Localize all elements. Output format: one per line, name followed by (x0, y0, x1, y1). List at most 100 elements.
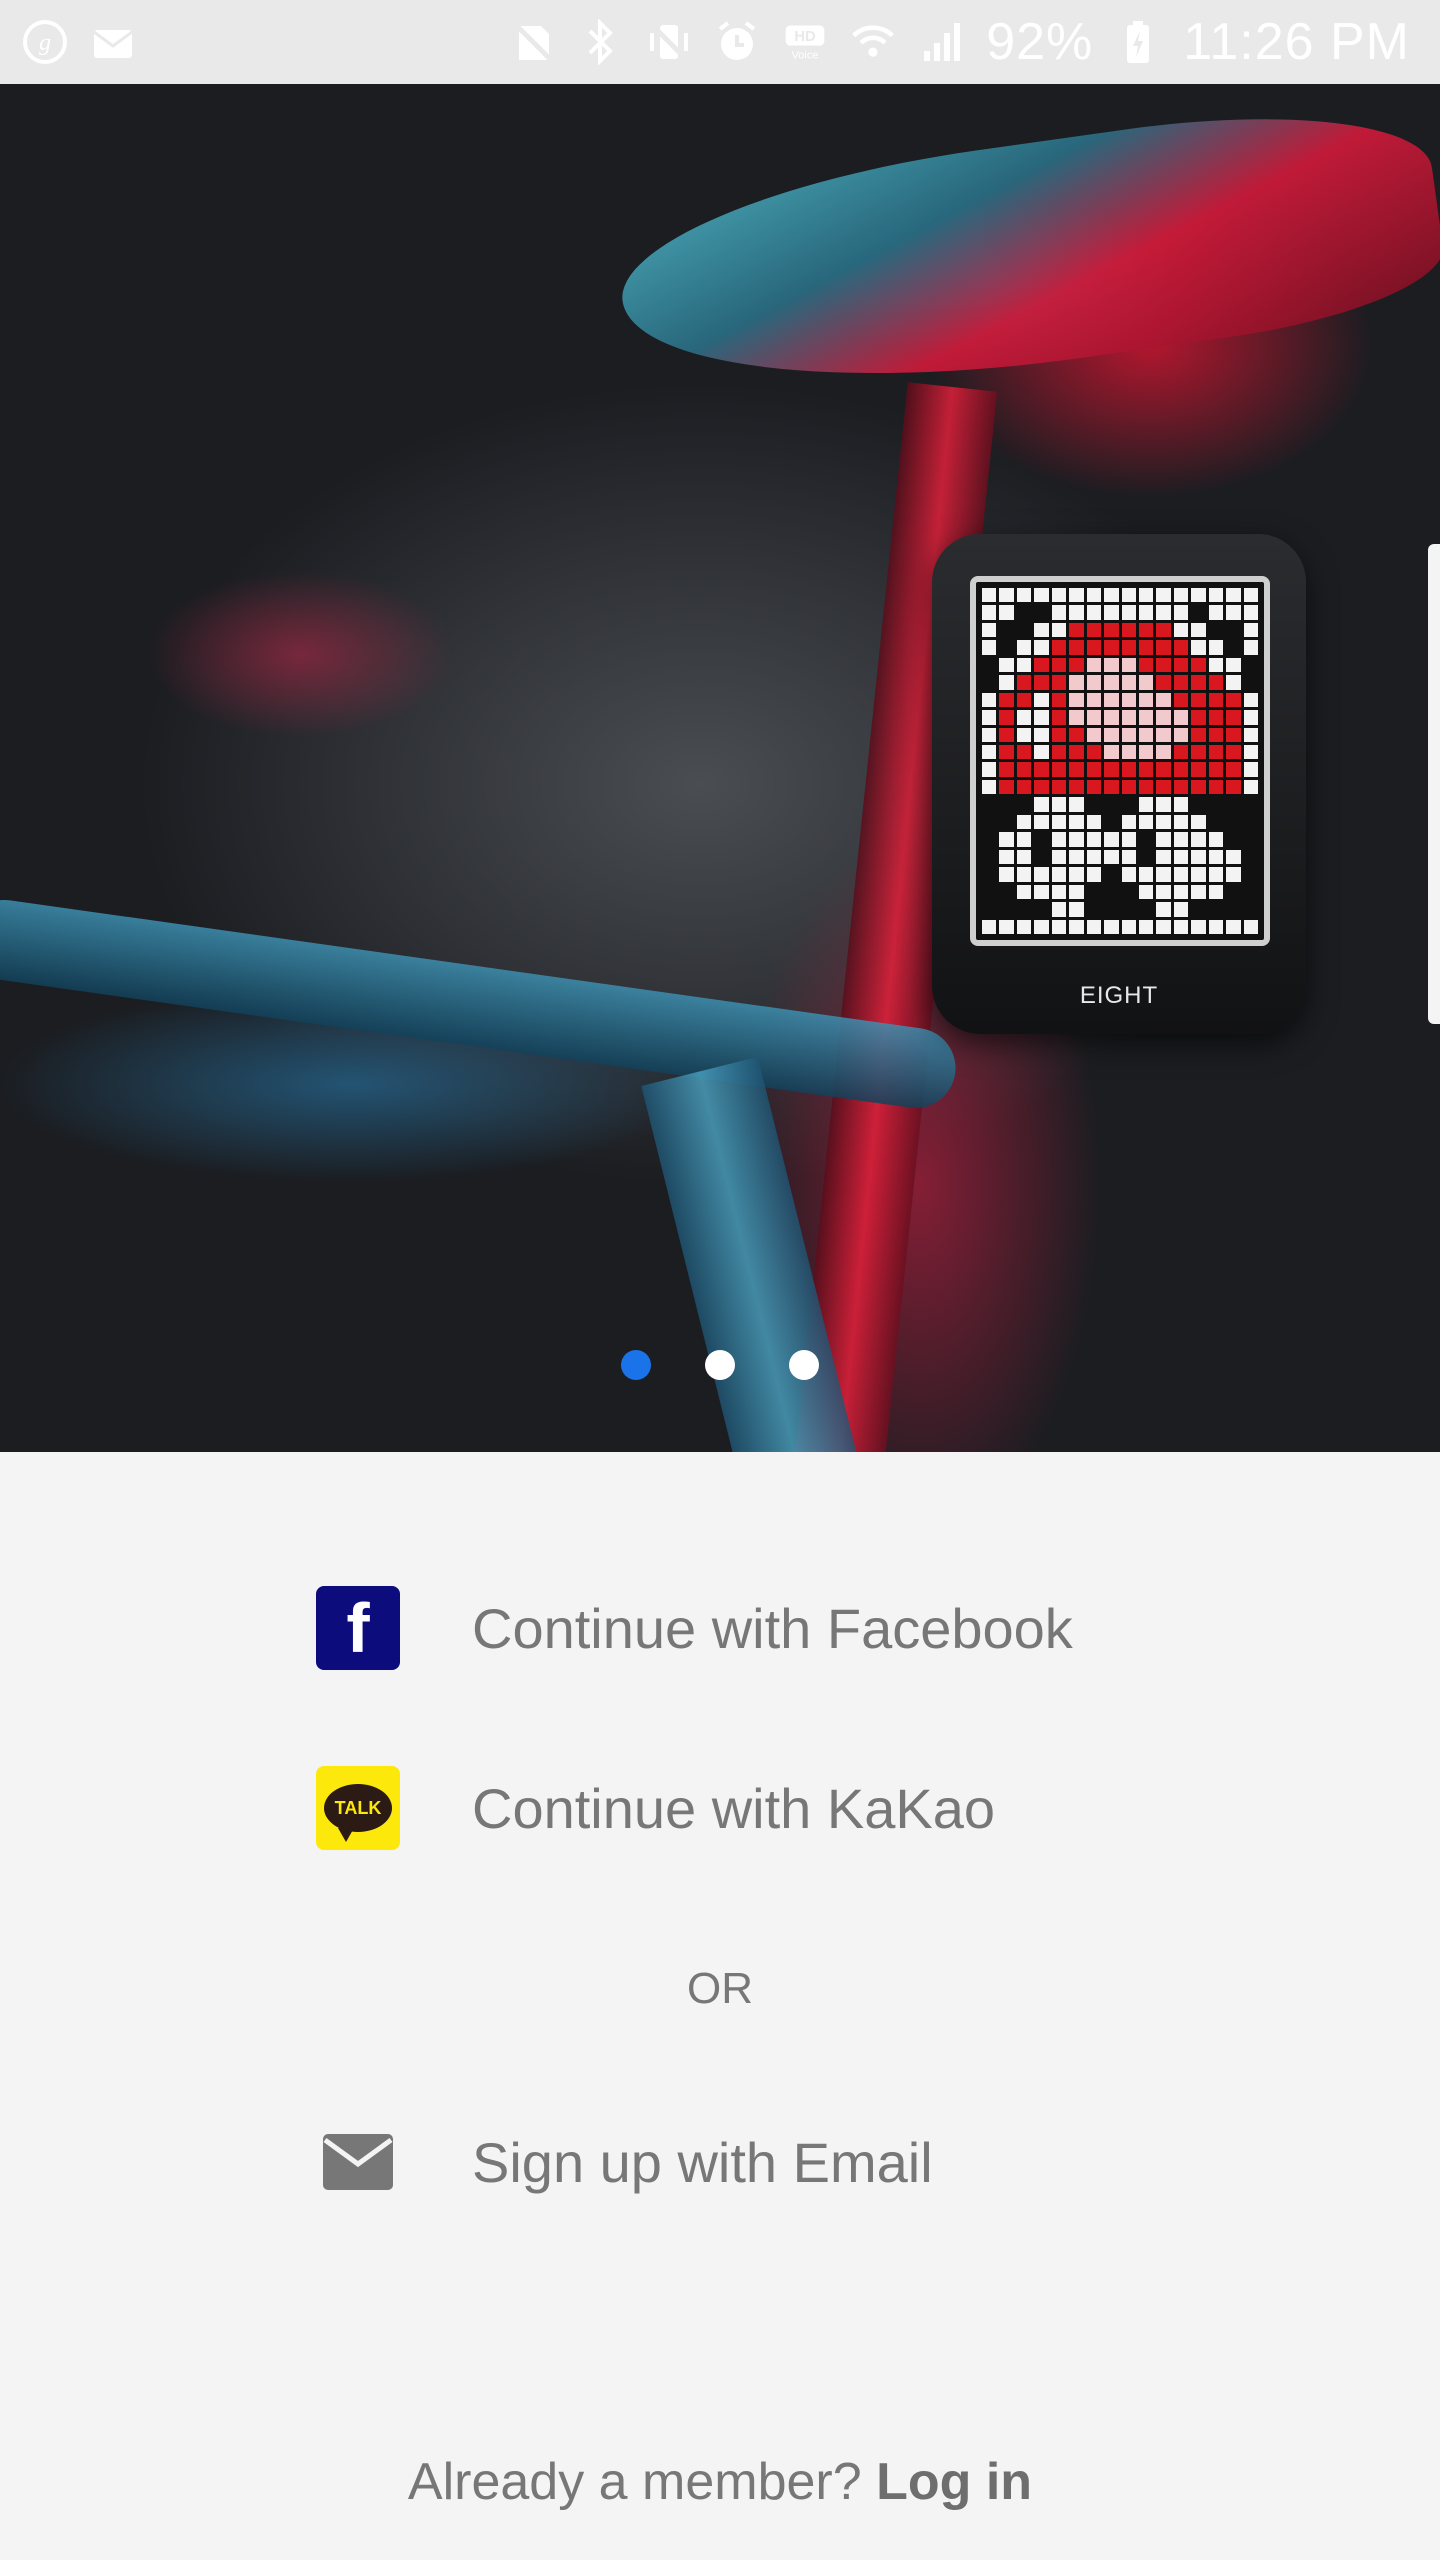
display-pixel (999, 727, 1014, 743)
display-pixel (1086, 762, 1102, 777)
display-pixel (1208, 622, 1224, 638)
display-pixel (1069, 588, 1084, 603)
display-pixel (1016, 919, 1032, 934)
display-pixel (1104, 588, 1119, 603)
display-pixel (1016, 779, 1032, 795)
display-pixel (1121, 745, 1136, 760)
display-pixel (1226, 622, 1241, 638)
svg-text:g: g (39, 30, 51, 56)
display-pixel (1156, 814, 1171, 830)
display-pixel (1173, 884, 1189, 900)
log-in-link[interactable]: Log in (876, 2453, 1032, 2511)
display-pixel (1016, 675, 1032, 690)
display-pixel (1156, 849, 1171, 865)
display-pixel (982, 657, 997, 673)
or-divider: OR (687, 1964, 753, 2013)
display-pixel (1226, 605, 1241, 620)
display-pixel (1051, 814, 1067, 830)
display-pixel (1051, 605, 1067, 620)
carousel-dot[interactable] (789, 1350, 819, 1380)
display-pixel (1191, 919, 1206, 934)
display-pixel (982, 779, 997, 795)
display-pixel (1156, 605, 1171, 620)
display-pixel (1121, 884, 1136, 900)
side-panel-handle[interactable] (1428, 544, 1440, 1024)
display-pixel (1051, 692, 1067, 708)
svg-text:HD: HD (795, 29, 817, 45)
display-pixel (1173, 849, 1189, 865)
display-pixel (1226, 797, 1241, 812)
display-pixel (1173, 779, 1189, 795)
display-pixel (1104, 919, 1119, 934)
continue-with-kakao-button[interactable]: TALK Continue with KaKao (316, 1766, 995, 1850)
carousel-dot[interactable] (705, 1350, 735, 1380)
display-pixel (1016, 640, 1032, 655)
display-pixel (1086, 657, 1102, 673)
display-pixel (1191, 814, 1206, 830)
display-pixel (1243, 762, 1258, 777)
display-pixel (999, 675, 1014, 690)
display-pixel (1104, 605, 1119, 620)
display-pixel (1034, 797, 1049, 812)
display-pixel (1243, 727, 1258, 743)
status-left-icons: g (22, 19, 136, 65)
display-pixel (1138, 692, 1154, 708)
email-icon (316, 2120, 400, 2204)
display-pixel (1208, 692, 1224, 708)
hero-carousel[interactable]: EIGHT (0, 84, 1440, 1452)
display-pixel (1086, 919, 1102, 934)
display-pixel (1138, 779, 1154, 795)
display-pixel (999, 588, 1014, 603)
display-pixel (1034, 605, 1049, 620)
display-pixel (1208, 849, 1224, 865)
display-pixel (1086, 710, 1102, 725)
carousel-page-indicator (0, 1350, 1440, 1380)
display-pixel (1016, 884, 1032, 900)
display-pixel (1069, 622, 1084, 638)
display-pixel (1051, 779, 1067, 795)
display-pixel (1086, 779, 1102, 795)
display-pixel (1104, 657, 1119, 673)
display-pixel (1243, 692, 1258, 708)
display-pixel (1086, 867, 1102, 882)
display-pixel (1086, 814, 1102, 830)
display-pixel (982, 902, 997, 917)
continue-with-facebook-button[interactable]: f Continue with Facebook (316, 1586, 1073, 1670)
display-pixel (1156, 762, 1171, 777)
hd-voice-icon: HD Voice (782, 19, 828, 65)
tail-light-device-image: EIGHT (932, 534, 1306, 1034)
display-pixel (1051, 832, 1067, 847)
display-pixel (1243, 797, 1258, 812)
display-pixel (1051, 657, 1067, 673)
display-pixel (1034, 902, 1049, 917)
display-pixel (1051, 867, 1067, 882)
display-pixel (982, 762, 997, 777)
display-pixel (1034, 727, 1049, 743)
display-pixel (1156, 919, 1171, 934)
display-pixel (1208, 640, 1224, 655)
display-pixel (1069, 814, 1084, 830)
display-pixel (1086, 692, 1102, 708)
display-pixel (1243, 779, 1258, 795)
display-pixel (982, 640, 997, 655)
display-pixel (1138, 605, 1154, 620)
display-pixel (1191, 675, 1206, 690)
display-pixel (1069, 919, 1084, 934)
display-pixel (1138, 902, 1154, 917)
display-pixel (1173, 605, 1189, 620)
sign-up-with-email-button[interactable]: Sign up with Email (316, 2120, 933, 2204)
display-pixel (1243, 710, 1258, 725)
display-pixel (1156, 640, 1171, 655)
display-pixel (999, 605, 1014, 620)
carousel-dot[interactable] (621, 1350, 651, 1380)
display-pixel (999, 814, 1014, 830)
display-pixel (999, 797, 1014, 812)
display-pixel (1243, 675, 1258, 690)
display-pixel (1016, 867, 1032, 882)
display-pixel (1051, 902, 1067, 917)
display-pixel (982, 814, 997, 830)
display-pixel (982, 745, 997, 760)
display-pixel (1138, 884, 1154, 900)
display-pixel (1226, 884, 1241, 900)
display-pixel (1208, 588, 1224, 603)
